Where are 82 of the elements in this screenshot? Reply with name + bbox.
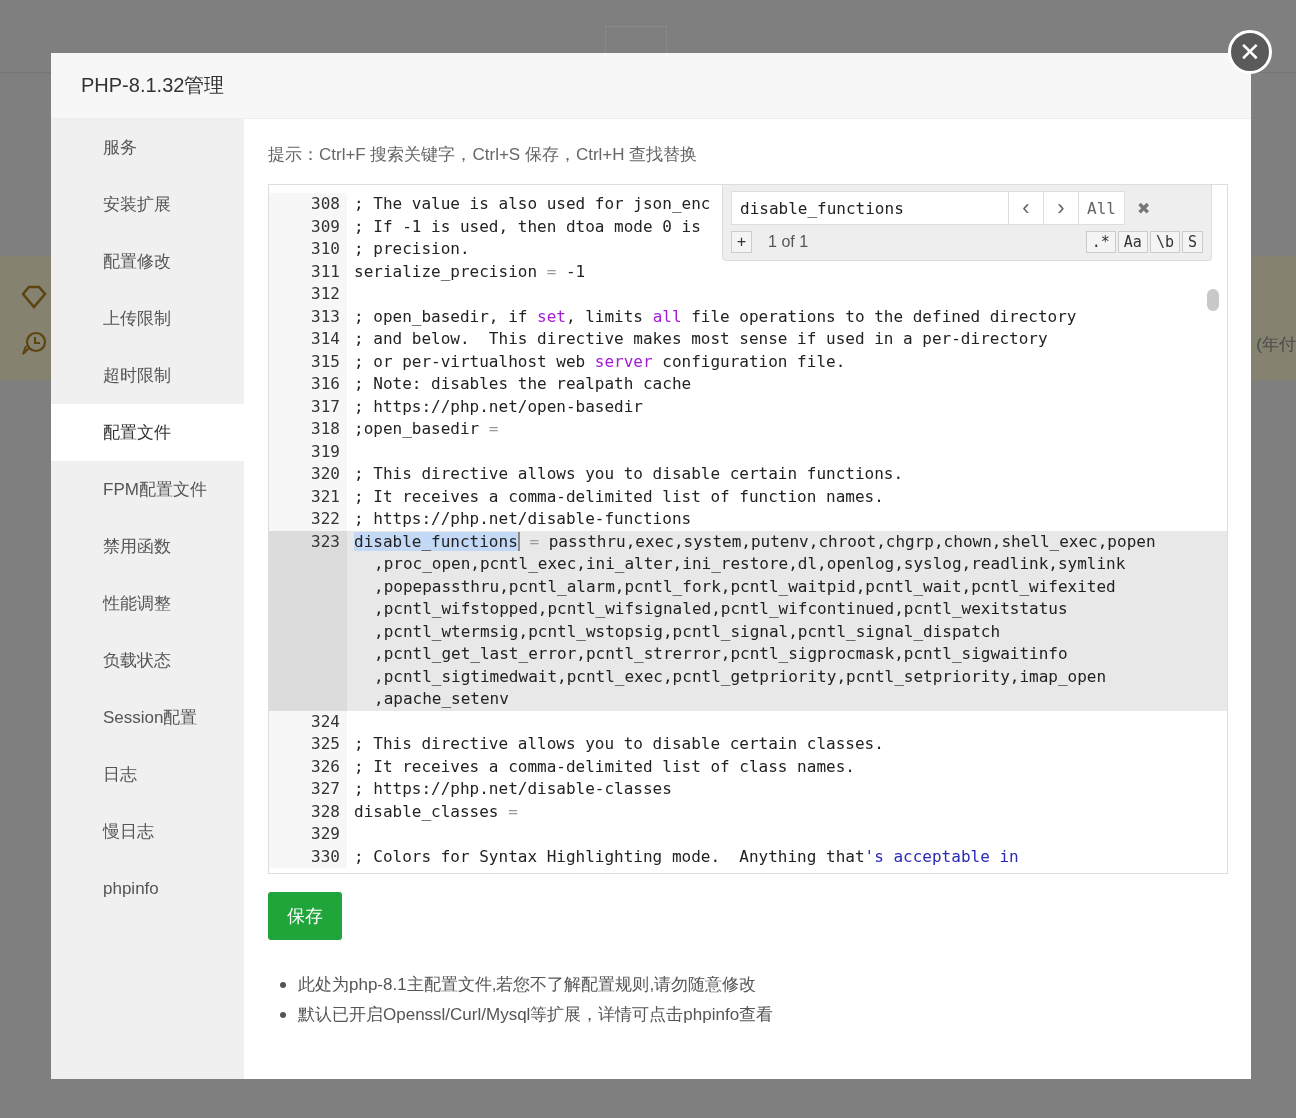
line-number: 330 bbox=[269, 845, 347, 868]
line-number: 309 bbox=[269, 215, 347, 238]
line-number: 323 bbox=[269, 530, 347, 711]
code-line: ; and below. This directive makes most sense if used in a per-directory bbox=[353, 328, 1048, 350]
sidebar-item[interactable]: Session配置 bbox=[51, 689, 244, 746]
line-number: 315 bbox=[269, 350, 347, 373]
line-number: 327 bbox=[269, 778, 347, 801]
sidebar-item[interactable]: 服务 bbox=[51, 119, 244, 176]
sidebar-item[interactable]: 禁用函数 bbox=[51, 518, 244, 575]
search-option-button[interactable]: Aa bbox=[1117, 231, 1148, 253]
code-line: ; It receives a comma-delimited list of function names. bbox=[353, 485, 884, 508]
code-line: ; It receives a comma-delimited list of class names. bbox=[353, 755, 855, 778]
background-text: (年付 bbox=[1256, 334, 1296, 356]
sidebar-item[interactable]: FPM配置文件 bbox=[51, 461, 244, 518]
line-number: 310 bbox=[269, 238, 347, 261]
code-line: ,pcntl_wtermsig,pcntl_wstopsig,pcntl_signal,pcntl_signal_dispatch bbox=[373, 620, 1002, 643]
code-line: ; or per-virtualhost web server configuration file. bbox=[353, 350, 846, 373]
sidebar-item[interactable]: 配置修改 bbox=[51, 233, 244, 290]
code-line: ; https://php.net/open-basedir bbox=[353, 395, 643, 418]
sidebar-item[interactable]: 慢日志 bbox=[51, 803, 244, 860]
line-number: 322 bbox=[269, 508, 347, 531]
bullet-icon bbox=[280, 1012, 286, 1018]
line-number: 325 bbox=[269, 733, 347, 756]
scrollbar[interactable] bbox=[1207, 289, 1219, 311]
search-field[interactable]: disable_functions ‹ › All bbox=[731, 191, 1125, 225]
code-line: ,proc_open,pcntl_exec,ini_alter,ini_restore,dl,openlog,syslog,readlink,symlink bbox=[373, 553, 1127, 575]
line-number: 320 bbox=[269, 463, 347, 486]
line-number: 318 bbox=[269, 418, 347, 441]
code-line: ,pcntl_sigtimedwait,pcntl_exec,pcntl_getpriority,pcntl_setpriority,imap_open bbox=[373, 665, 1108, 688]
note-text: 默认已开启Openssl/Curl/Mysql等扩展，详情可点击phpinfo查看 bbox=[298, 1004, 774, 1026]
diamond-icon bbox=[20, 284, 48, 310]
code-line: ; This directive allows you to disable certain functions. bbox=[353, 463, 904, 485]
sidebar-item[interactable]: 配置文件 bbox=[51, 404, 244, 461]
code-line: ; The value is also used for json_enc bbox=[353, 193, 711, 215]
replace-toggle-button[interactable]: + bbox=[731, 231, 753, 253]
line-number: 308 bbox=[269, 193, 347, 216]
code-line: ,pcntl_wifstopped,pcntl_wifsignaled,pcntl_wifcontinued,pcntl_wexitstatus bbox=[373, 598, 1069, 620]
sidebar-item[interactable]: 日志 bbox=[51, 746, 244, 803]
code-line: ; open_basedir, if set, limits all file operations to the defined directory bbox=[353, 305, 1077, 328]
code-line: ; https://php.net/disable-classes bbox=[353, 778, 672, 800]
code-line: ,popepassthru,pcntl_alarm,pcntl_fork,pcntl_waitpid,pcntl_wait,pcntl_wifexited bbox=[373, 575, 1117, 598]
search-option-button[interactable]: \b bbox=[1149, 231, 1180, 253]
code-line: ; https://php.net/disable-functions bbox=[353, 508, 692, 530]
line-number: 328 bbox=[269, 800, 347, 823]
line-number: 313 bbox=[269, 305, 347, 328]
code-line: ; precision. bbox=[353, 238, 470, 260]
sidebar-item[interactable]: 性能调整 bbox=[51, 575, 244, 632]
search-option-button[interactable]: .* bbox=[1085, 231, 1116, 253]
sidebar-item[interactable]: 超时限制 bbox=[51, 347, 244, 404]
code-line: serialize_precision = -1 bbox=[353, 260, 586, 283]
sidebar-item[interactable]: 安装扩展 bbox=[51, 176, 244, 233]
code-line: ; Colors for Syntax Highlighting mode. Anything that's acceptable in bbox=[353, 845, 1019, 868]
hint-text: 提示：Ctrl+F 搜索关键字，Ctrl+S 保存，Ctrl+H 查找替换 bbox=[268, 144, 699, 166]
sidebar-item[interactable]: phpinfo bbox=[51, 860, 244, 917]
code-line: ;open_basedir = bbox=[353, 418, 499, 440]
line-number: 316 bbox=[269, 373, 347, 396]
line-number: 326 bbox=[269, 755, 347, 778]
close-button[interactable]: ✖ bbox=[1137, 198, 1150, 218]
note-text: 此处为php-8.1主配置文件,若您不了解配置规则,请勿随意修改 bbox=[298, 974, 757, 996]
line-number: 324 bbox=[269, 710, 347, 733]
code-line: ,apache_setenv bbox=[373, 688, 510, 710]
line-number: 317 bbox=[269, 395, 347, 418]
line-number: 311 bbox=[269, 260, 347, 283]
code-line: disable_classes = bbox=[353, 800, 518, 823]
sidebar-item[interactable]: 上传限制 bbox=[51, 290, 244, 347]
code-line: ,pcntl_get_last_error,pcntl_strerror,pcntl_sigprocmask,pcntl_sigwaitinfo bbox=[373, 643, 1069, 665]
line-number: 314 bbox=[269, 328, 347, 351]
line-number: 321 bbox=[269, 485, 347, 508]
bullet-icon bbox=[280, 982, 286, 988]
code-line: ; If -1 is used, then dtoa mode 0 is bbox=[353, 215, 701, 238]
code-line: ; Note: disables the realpath cache bbox=[353, 373, 692, 395]
sidebar-item[interactable]: 负载状态 bbox=[51, 632, 244, 689]
close-button[interactable]: ✕ bbox=[1228, 30, 1272, 74]
line-number: 319 bbox=[269, 440, 347, 463]
search-option-button[interactable]: S bbox=[1181, 231, 1203, 253]
dialog-title: PHP-8.1.32管理 bbox=[81, 73, 225, 98]
line-number: 312 bbox=[269, 283, 347, 306]
code-line: ; This directive allows you to disable certain classes. bbox=[353, 733, 884, 755]
match-count: 1 of 1 bbox=[768, 233, 810, 251]
line-number: 329 bbox=[269, 823, 347, 846]
code-line: disable_functions = passthru,exec,system,putenv,chroot,chgrp,chown,shell_exec,popen bbox=[353, 530, 1156, 553]
clock-icon bbox=[20, 330, 48, 356]
